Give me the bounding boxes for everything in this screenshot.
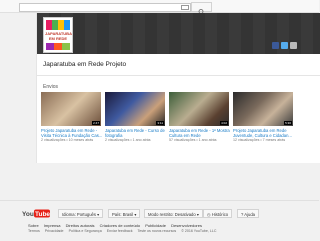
video-item[interactable]: 4:02 Japaratuba em Rede - 1ª Mostra Cult… [169,92,230,142]
video-meta: 57 visualizações • 1 ano atrás [169,138,217,142]
video-thumbnail[interactable]: 3:11 [105,92,165,126]
channel-page: JAPARATUBA EM REDE Japaratuba em Rede Pr… [36,13,320,163]
footer-link[interactable]: Política e Segurança [69,229,102,233]
video-meta: 2 visualizações • 10 meses atrás [41,138,94,142]
help-label: Ajuda [244,212,255,217]
video-duration: 3:11 [156,121,164,125]
footer-link[interactable]: Teste os novos recursos [137,229,176,233]
video-thumbnail[interactable]: 5:30 [233,92,293,126]
masthead [0,0,319,16]
footer-link[interactable]: Imprensa [44,223,61,228]
tabs-divider [37,75,320,76]
video-duration: 5:30 [284,121,292,125]
search-button[interactable] [191,2,212,16]
facebook-icon[interactable] [272,42,279,49]
footer: You Tube Idioma: Português ▾ País: Brasi… [0,200,319,241]
video-item[interactable]: 2:47 Projeto Japaratuba em Rede - Visita… [41,92,102,142]
safety-label: Modo restrito: Desativado [148,212,196,217]
safety-mode-picker[interactable]: Modo restrito: Desativado ▾ [144,209,203,218]
video-meta: 12 visualizações • 7 meses atrás [233,138,286,142]
search-input[interactable] [19,3,191,12]
svg-text:You: You [22,211,34,218]
svg-text:Tube: Tube [35,211,50,218]
logo-mosaic-bottom [46,43,70,50]
channel-banner: JAPARATUBA EM REDE [37,13,320,54]
logo-mosaic [46,20,70,30]
country-label: País: Brasil [112,212,134,217]
footer-link[interactable]: Publicidade [145,223,166,228]
logo-text: JAPARATUBA EM REDE [45,31,72,41]
country-picker[interactable]: País: Brasil ▾ [108,209,141,218]
footer-link[interactable]: Termos [28,229,40,233]
keyboard-icon[interactable] [181,5,189,10]
channel-title[interactable]: Japaratuba em Rede Projeto [43,61,126,68]
footer-secondary-links: Termos Privacidade Política e Segurança … [28,229,221,233]
channel-logo[interactable]: JAPARATUBA EM REDE [43,17,73,53]
language-picker[interactable]: Idioma: Português ▾ [58,209,104,218]
twitter-icon[interactable] [281,42,288,49]
video-thumbnail[interactable]: 4:02 [169,92,229,126]
footer-link[interactable]: Desenvolvedores [171,223,202,228]
video-duration: 4:02 [220,121,228,125]
video-title[interactable]: Japaratuba em Rede - Curso de fotografia [105,128,167,138]
video-title[interactable]: Projeto Japaratuba em Rede Juventude, Cu… [233,128,295,138]
history-button[interactable]: ◷ Histórico [203,209,233,218]
video-title[interactable]: Japaratuba em Rede - 1ª Mostra Cultura e… [169,128,231,138]
video-title[interactable]: Projeto Japaratuba em Rede - Visita Técn… [41,128,103,138]
social-links [272,42,312,50]
video-item[interactable]: 3:11 Japaratuba em Rede - Curso de fotog… [105,92,165,142]
footer-link[interactable]: Sobre [28,223,39,228]
footer-link[interactable]: Direitos autorais [66,223,95,228]
footer-link[interactable]: Privacidade [45,229,64,233]
section-title[interactable]: Envios [43,84,58,90]
video-item[interactable]: 5:30 Projeto Japaratuba em Rede Juventud… [233,92,293,142]
video-meta: 2 visualizações • 1 ano atrás [105,138,151,142]
guide-sidebar [0,13,34,206]
link-icon[interactable] [290,42,297,49]
history-icon: ◷ [207,212,211,217]
video-duration: 2:47 [92,121,100,125]
copyright: © 2016 YouTube, LLC [181,229,217,233]
history-label: Histórico [211,212,229,217]
footer-link[interactable]: Criadores de conteúdo [100,223,140,228]
help-button[interactable]: ? Ajuda [237,209,259,218]
youtube-logo[interactable]: You Tube [22,209,51,218]
language-label: Idioma: Português [62,212,96,217]
footer-link[interactable]: Enviar feedback [107,229,133,233]
footer-links: Sobre Imprensa Direitos autorais Criador… [28,223,206,228]
help-icon: ? [241,212,244,217]
video-thumbnail[interactable]: 2:47 [41,92,101,126]
